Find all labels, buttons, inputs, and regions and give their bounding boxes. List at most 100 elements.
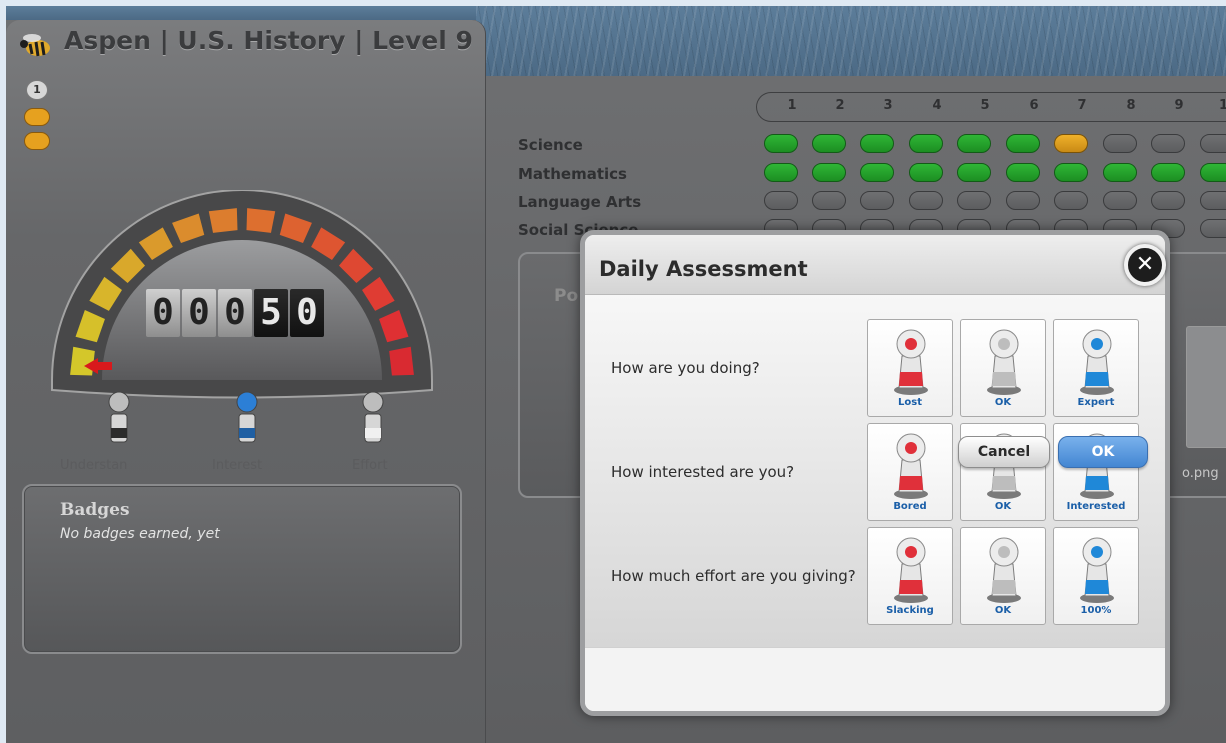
dialog-body: How are you doing? Lost OK Expert How intere… <box>585 295 1165 647</box>
progress-cell <box>764 163 798 182</box>
progress-cell <box>957 163 991 182</box>
progress-cell <box>1006 163 1040 182</box>
assessment-option[interactable]: Lost <box>867 319 953 417</box>
assessment-option[interactable]: Slacking <box>867 527 953 625</box>
progress-column-number: 6 <box>1029 98 1039 113</box>
progress-cell <box>1200 219 1226 238</box>
progress-cell <box>1054 191 1088 210</box>
assessment-option-label: OK <box>994 397 1012 408</box>
interest-toggle-icon <box>236 391 258 443</box>
gauge-segment <box>70 346 95 376</box>
understanding-toggle-icon <box>108 391 130 443</box>
counter-digit: 5 <box>254 289 288 337</box>
subject-label: Language Arts <box>518 193 642 211</box>
assessment-option[interactable]: OK <box>960 319 1046 417</box>
close-icon[interactable]: ✕ <box>1124 244 1166 286</box>
counter-digit: 0 <box>290 289 324 337</box>
progress-column-number: 9 <box>1174 98 1184 113</box>
toggle-switch-icon <box>987 329 1021 395</box>
header-banner <box>476 6 1226 76</box>
toggle-label-understanding: Understan <box>60 458 128 473</box>
progress-cell <box>1151 163 1185 182</box>
subject-label: Mathematics <box>518 165 627 183</box>
background-card <box>1186 326 1226 448</box>
progress-cell <box>1006 134 1040 153</box>
gauge-segment <box>208 208 238 233</box>
progress-cell <box>909 191 943 210</box>
assessment-option[interactable]: OK <box>960 527 1046 625</box>
assessment-question: How interested are you? <box>611 463 795 481</box>
assessment-option-label: Bored <box>893 501 927 512</box>
effort-toggle-icon <box>362 391 384 443</box>
badges-panel: Badges No badges earned, yet <box>22 484 462 654</box>
assessment-option[interactable]: Expert <box>1053 319 1139 417</box>
progress-cell <box>1200 163 1226 182</box>
progress-cell <box>812 191 846 210</box>
progress-column-number: 7 <box>1077 98 1087 113</box>
assessment-option-label: Interested <box>1066 501 1126 512</box>
progress-cell <box>1103 191 1137 210</box>
background-panel-title: Po <box>554 286 579 306</box>
header-banner-left <box>6 6 476 20</box>
ok-button[interactable]: OK <box>1058 436 1148 468</box>
toggle-switch-icon <box>1080 329 1114 395</box>
progress-column-number: 10 <box>1218 98 1226 113</box>
progress-column-number: 2 <box>835 98 845 113</box>
assessment-question: How are you doing? <box>611 359 760 377</box>
dialog-title: Daily Assessment <box>599 257 808 281</box>
assessment-option-label: 100% <box>1080 605 1112 616</box>
progress-cell <box>1151 191 1185 210</box>
toggle-switch-icon <box>1080 537 1114 603</box>
background-file-name: o.png <box>1182 466 1219 481</box>
page-title: Aspen | U.S. History | Level 9 <box>64 26 473 55</box>
progress-cell <box>860 191 894 210</box>
badges-empty-text: No badges earned, yet <box>60 526 220 542</box>
level-pill <box>24 108 50 126</box>
progress-cell <box>909 163 943 182</box>
toggle-label-interest: Interest <box>212 458 263 473</box>
assessment-option-label: Lost <box>898 397 922 408</box>
toggle-label-effort: Effort <box>352 458 388 473</box>
progress-cell <box>860 134 894 153</box>
counter-digit: 0 <box>218 289 252 337</box>
progress-column-number: 5 <box>980 98 990 113</box>
progress-cell <box>1054 163 1088 182</box>
level-pill <box>24 132 50 150</box>
toggle-switch-icon <box>894 433 928 499</box>
badges-title: Badges <box>60 500 130 520</box>
bee-logo-icon <box>20 34 50 57</box>
progress-cell <box>1103 163 1137 182</box>
progress-cell <box>1200 191 1226 210</box>
gauge-segment <box>389 346 414 376</box>
dialog-header: Daily Assessment <box>585 235 1165 295</box>
subject-label: Science <box>518 136 583 154</box>
gauge-segment <box>246 208 276 233</box>
progress-cell <box>1054 134 1088 153</box>
score-counter: 0 0 0 5 0 <box>146 289 324 337</box>
progress-cell <box>1200 134 1226 153</box>
progress-cell <box>860 163 894 182</box>
progress-cell <box>1006 191 1040 210</box>
assessment-question: How much effort are you giving? <box>611 567 856 585</box>
level-number-badge: 1 <box>26 80 48 100</box>
progress-cell <box>909 134 943 153</box>
progress-cell <box>812 134 846 153</box>
cancel-button[interactable]: Cancel <box>958 436 1050 468</box>
progress-column-number: 3 <box>883 98 893 113</box>
progress-column-number: 1 <box>787 98 797 113</box>
progress-cell <box>1103 134 1137 153</box>
assessment-option-label: Expert <box>1077 397 1115 408</box>
progress-column-number: 8 <box>1126 98 1136 113</box>
progress-cell <box>764 134 798 153</box>
counter-digit: 0 <box>182 289 216 337</box>
progress-cell <box>764 191 798 210</box>
assessment-option-label: Slacking <box>886 605 934 616</box>
toggle-switch-icon <box>987 537 1021 603</box>
assessment-option[interactable]: Bored <box>867 423 953 521</box>
assessment-option-label: OK <box>994 501 1012 512</box>
assessment-option-label: OK <box>994 605 1012 616</box>
toggle-switch-icon <box>894 329 928 395</box>
progress-cell <box>957 191 991 210</box>
assessment-option[interactable]: 100% <box>1053 527 1139 625</box>
progress-cell <box>812 163 846 182</box>
